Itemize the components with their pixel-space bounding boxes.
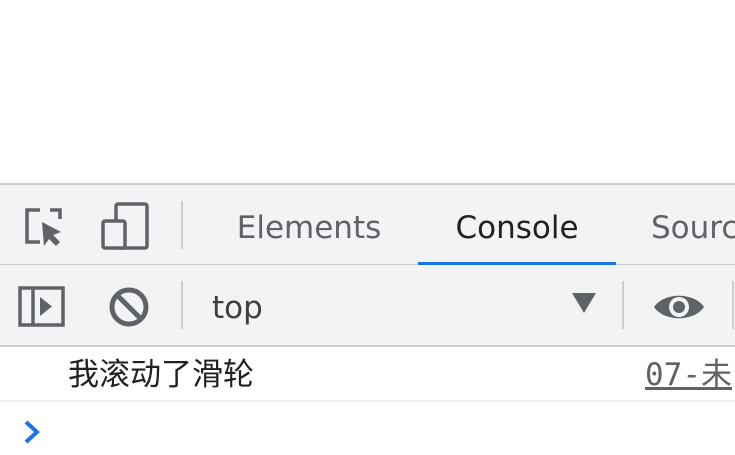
toolbar-separator-3 — [732, 281, 734, 329]
console-message-text: 我滚动了滑轮 — [68, 357, 254, 393]
dropdown-arrow-icon — [572, 293, 596, 313]
console-messages: 我滚动了滑轮 07-未 — [0, 347, 735, 455]
toolbar-separator-2 — [622, 281, 624, 329]
tab-elements[interactable]: Elements — [214, 185, 404, 265]
devtools-panel: Elements Console Sourc top 我滚动了滑轮 07-未 — [0, 183, 735, 455]
inspect-element-icon[interactable] — [22, 205, 68, 249]
devtools-tabbar: Elements Console Sourc — [0, 183, 735, 266]
console-message-source-link[interactable]: 07-未 — [645, 347, 732, 403]
tab-sources[interactable]: Sourc — [651, 185, 735, 265]
tab-console[interactable]: Console — [418, 185, 616, 266]
device-toolbar-icon[interactable] — [100, 201, 152, 251]
tabbar-separator — [181, 201, 183, 249]
context-selector-value: top — [212, 290, 263, 326]
eye-icon[interactable] — [652, 289, 706, 325]
console-toolbar: top — [0, 265, 735, 347]
clear-console-icon[interactable] — [107, 285, 151, 329]
show-console-sidebar-icon[interactable] — [18, 285, 66, 329]
toolbar-separator-1 — [181, 281, 183, 329]
chevron-right-icon — [24, 420, 40, 444]
inspected-page — [0, 0, 735, 183]
console-message: 我滚动了滑轮 07-未 — [0, 347, 735, 402]
console-input[interactable] — [60, 410, 720, 450]
context-selector[interactable]: top — [190, 265, 610, 345]
console-prompt — [0, 402, 735, 455]
